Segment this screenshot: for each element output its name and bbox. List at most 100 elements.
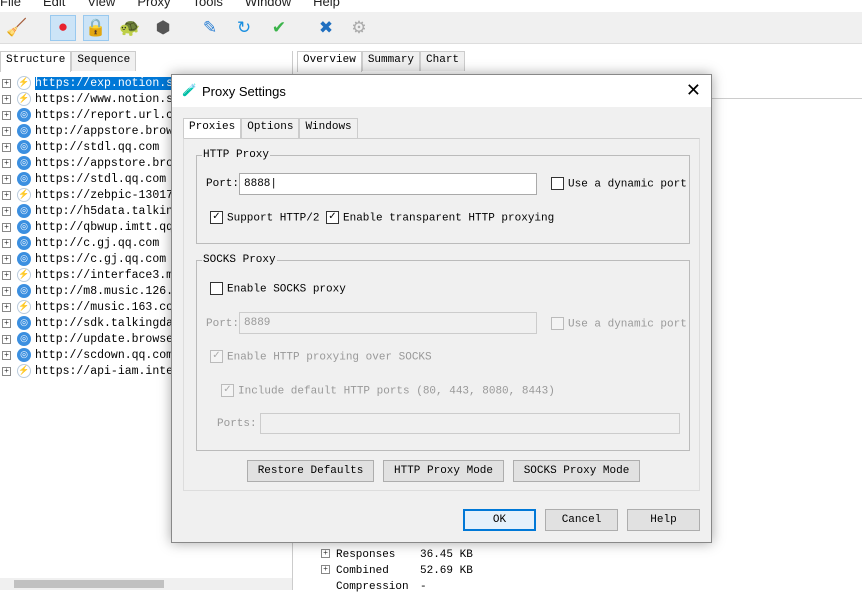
turtle-button[interactable]: 🐢: [117, 15, 143, 41]
tab-structure[interactable]: Structure: [0, 51, 72, 72]
menu-file[interactable]: File: [0, 0, 21, 10]
expand-icon[interactable]: +: [321, 549, 330, 558]
expand-icon[interactable]: +: [2, 78, 11, 88]
tree-item-url: https://music.163.com: [35, 300, 180, 314]
tree-item[interactable]: + ⚡ https://interface3.musi: [2, 267, 194, 283]
http-over-socks-checkbox[interactable]: ✓ Enable HTTP proxying over SOCKS: [210, 350, 432, 363]
ok-button[interactable]: OK: [463, 509, 536, 531]
menu-tools[interactable]: Tools: [193, 0, 223, 10]
tree-item[interactable]: + ⚡ https://www.notion.so: [2, 91, 180, 107]
tab-options[interactable]: Options: [241, 118, 300, 138]
globe-icon: ◎: [17, 204, 31, 218]
tree-item-url: http://scdown.qq.com: [35, 348, 174, 362]
expand-icon[interactable]: +: [2, 142, 11, 152]
scrollbar-thumb[interactable]: [14, 580, 164, 588]
expand-icon[interactable]: +: [2, 334, 11, 344]
pen-button[interactable]: ✎: [197, 15, 223, 41]
menu-view[interactable]: View: [87, 0, 115, 10]
close-icon[interactable]: ✕: [686, 80, 701, 101]
tree-item[interactable]: + ◎ http://scdown.qq.com: [2, 347, 173, 363]
expand-icon[interactable]: +: [2, 238, 11, 248]
tree-item[interactable]: + ◎ http://m8.music.126.net: [2, 283, 194, 299]
tree-item[interactable]: + ◎ https://c.gj.qq.com: [2, 251, 166, 267]
tree-item[interactable]: + ◎ http://update.browser.q: [2, 331, 194, 347]
ports-input[interactable]: [260, 413, 680, 434]
tab-overview[interactable]: Overview: [297, 51, 362, 72]
http-proxy-legend: HTTP Proxy: [202, 149, 271, 161]
default-ports-checkbox[interactable]: ✓ Include default HTTP ports (80, 443, 80…: [221, 384, 555, 397]
check-button[interactable]: ✔: [266, 15, 292, 41]
restore-defaults-button[interactable]: Restore Defaults: [247, 460, 374, 482]
support-http2-checkbox[interactable]: ✓ Support HTTP/2: [210, 211, 319, 224]
gear-button[interactable]: ⚙: [346, 15, 372, 41]
tree-item[interactable]: + ⚡ https://music.163.com: [2, 299, 180, 315]
expand-icon[interactable]: +: [2, 158, 11, 168]
menu-proxy[interactable]: Proxy: [137, 0, 170, 10]
expand-icon[interactable]: +: [2, 222, 11, 232]
dialog-tabs: Proxies Options Windows: [183, 118, 358, 139]
tab-windows[interactable]: Windows: [299, 118, 358, 138]
tree-item[interactable]: + ◎ http://appstore.browser: [2, 123, 194, 139]
expand-icon[interactable]: +: [2, 350, 11, 360]
fiddler-icon: 🧪: [182, 83, 197, 97]
tree-item[interactable]: + ◎ http://stdl.qq.com: [2, 139, 159, 155]
tools-button[interactable]: ✖: [313, 15, 339, 41]
refresh-button[interactable]: ↻: [231, 15, 257, 41]
enable-socks-checkbox[interactable]: Enable SOCKS proxy: [210, 282, 346, 295]
expand-icon[interactable]: +: [2, 286, 11, 296]
socks-dynamic-port-checkbox[interactable]: Use a dynamic port: [551, 317, 687, 330]
tab-proxies[interactable]: Proxies: [183, 118, 242, 139]
tree-item-url: http://h5data.talkingda: [35, 204, 194, 218]
tab-summary[interactable]: Summary: [361, 51, 421, 71]
expand-icon[interactable]: +: [2, 190, 11, 200]
globe-icon: ◎: [17, 348, 31, 362]
http-port-input[interactable]: 8888|: [239, 173, 537, 195]
menu-window[interactable]: Window: [245, 0, 291, 10]
tree-item[interactable]: + ◎ https://stdl.qq.com: [2, 171, 166, 187]
http-proxy-mode-button[interactable]: HTTP Proxy Mode: [383, 460, 504, 482]
menu-help[interactable]: Help: [313, 0, 340, 10]
tab-sequence[interactable]: Sequence: [71, 51, 137, 71]
globe-icon: ◎: [17, 332, 31, 346]
help-button[interactable]: Help: [627, 509, 700, 531]
tree-item[interactable]: + ⚡ https://zebpic-13017159: [2, 187, 194, 203]
tree-item-url: https://zebpic-13017159: [35, 188, 194, 202]
globe-icon: ◎: [17, 220, 31, 234]
tree-item[interactable]: + ◎ http://qbwup.imtt.qq.co: [2, 219, 194, 235]
expand-icon[interactable]: +: [321, 565, 330, 574]
tree-item[interactable]: + ◎ http://c.gj.qq.com: [2, 235, 159, 251]
expand-icon[interactable]: +: [2, 174, 11, 184]
stop-button[interactable]: ⬢: [150, 15, 176, 41]
cancel-button[interactable]: Cancel: [545, 509, 618, 531]
tree-item[interactable]: + ⚡ https://exp.notion.so: [2, 75, 180, 91]
tree-item[interactable]: + ◎ https://appstore.browse: [2, 155, 194, 171]
expand-icon[interactable]: +: [2, 110, 11, 120]
tree-item[interactable]: + ◎ http://h5data.talkingda: [2, 203, 194, 219]
expand-icon[interactable]: +: [2, 270, 11, 280]
transparent-proxy-checkbox[interactable]: ✓ Enable transparent HTTP proxying: [326, 211, 554, 224]
tree-item[interactable]: + ◎ https://report.url.cn: [2, 107, 180, 123]
bolt-icon: ⚡: [17, 364, 31, 378]
tab-chart[interactable]: Chart: [420, 51, 466, 71]
bolt-icon: ⚡: [17, 188, 31, 202]
menu-bar: File Edit View Proxy Tools Window Help: [0, 0, 862, 10]
tree-item-url: http://sdk.talkingdata.: [35, 316, 194, 330]
socks-port-input[interactable]: 8889: [239, 312, 537, 334]
expand-icon[interactable]: +: [2, 206, 11, 216]
expand-icon[interactable]: +: [2, 302, 11, 312]
expand-icon[interactable]: +: [2, 94, 11, 104]
record-button[interactable]: ●: [50, 15, 76, 41]
http-dynamic-port-checkbox[interactable]: Use a dynamic port: [551, 177, 687, 190]
socks-proxy-mode-button[interactable]: SOCKS Proxy Mode: [513, 460, 640, 482]
tree-item[interactable]: + ⚡ https://api-iam.interco: [2, 363, 194, 379]
toolbar: 🧹 ● 🔒 🐢 ⬢ ✎ ↻ ✔ ✖ ⚙: [0, 12, 862, 44]
expand-icon[interactable]: +: [2, 318, 11, 328]
expand-icon[interactable]: +: [2, 366, 11, 376]
broom-button[interactable]: 🧹: [4, 15, 30, 41]
lock-button[interactable]: 🔒: [83, 15, 109, 41]
expand-icon[interactable]: +: [2, 126, 11, 136]
tree-item[interactable]: + ◎ http://sdk.talkingdata.: [2, 315, 194, 331]
menu-edit[interactable]: Edit: [43, 0, 65, 10]
left-tabs: Structure Sequence: [0, 51, 292, 72]
expand-icon[interactable]: +: [2, 254, 11, 264]
